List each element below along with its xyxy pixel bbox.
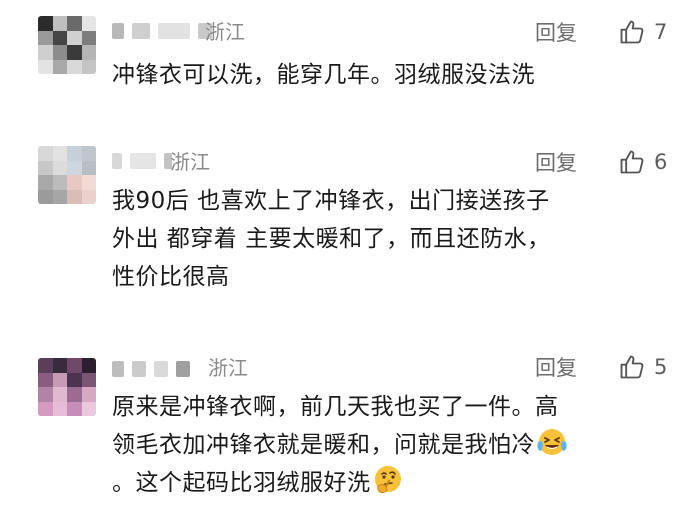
thumbs-up-icon [620,355,644,379]
comment-line: 性价比很高 [112,264,230,290]
like-button[interactable]: 5 [618,353,667,381]
comment-text: 原来是冲锋衣啊，前几天我也买了一件。高 领毛衣加冲锋衣就是暖和，问就是我怕冷 。… [112,388,682,502]
thinking-emoji [374,466,401,494]
laughing-crying-emoji [537,429,567,455]
like-count: 6 [654,150,668,174]
comment-item: 浙江 回复 6 我90后 也喜欢上了冲锋衣，出门接送孩子 外出 都穿着 主要太暖… [0,130,700,310]
comment-line: 外出 都穿着 主要太暖和了，而且还防水， [112,226,551,252]
avatar[interactable] [38,358,96,416]
comment-item: 浙江 回复 5 原来是冲锋衣啊，前几天我也买了一件。高 领毛衣加冲锋衣就是暖和，… [0,338,700,525]
username-redacted[interactable] [112,152,172,170]
avatar[interactable] [38,146,96,204]
location-label: 浙江 [170,150,210,174]
thumbs-up-icon [620,150,644,174]
thumbs-up-icon [620,20,644,44]
avatar[interactable] [38,16,96,74]
like-button[interactable]: 6 [618,148,667,176]
username-redacted[interactable] [112,22,212,40]
like-count: 5 [654,355,668,379]
location-label: 浙江 [208,356,248,380]
comment-line-with-emoji: 领毛衣加冲锋衣就是暖和，问就是我怕冷 [112,426,682,464]
username-redacted[interactable] [112,360,190,378]
comment-line: 我90后 也喜欢上了冲锋衣，出门接送孩子 [112,188,550,214]
comment-line: 领毛衣加冲锋衣就是暖和，问就是我怕冷 [112,432,535,458]
reply-button[interactable]: 回复 [535,355,577,381]
location-label: 浙江 [205,20,245,44]
reply-button[interactable]: 回复 [535,150,577,176]
comment-line: 。这个起码比羽绒服好洗 [112,470,371,496]
comment-line-with-emoji: 。这个起码比羽绒服好洗 [112,464,682,502]
like-button[interactable]: 7 [618,18,667,46]
comment-text: 我90后 也喜欢上了冲锋衣，出门接送孩子 外出 都穿着 主要太暖和了，而且还防水… [112,182,682,296]
comment-text: 冲锋衣可以洗，能穿几年。羽绒服没法洗 [112,56,682,94]
comment-item: 浙江 回复 7 冲锋衣可以洗，能穿几年。羽绒服没法洗 [0,0,700,110]
comment-line: 冲锋衣可以洗，能穿几年。羽绒服没法洗 [112,62,535,88]
comment-list: 浙江 回复 7 冲锋衣可以洗，能穿几年。羽绒服没法洗 浙江 回复 6 我90后 … [0,0,700,525]
reply-button[interactable]: 回复 [535,20,577,46]
like-count: 7 [654,20,668,44]
comment-line: 原来是冲锋衣啊，前几天我也买了一件。高 [112,394,559,420]
